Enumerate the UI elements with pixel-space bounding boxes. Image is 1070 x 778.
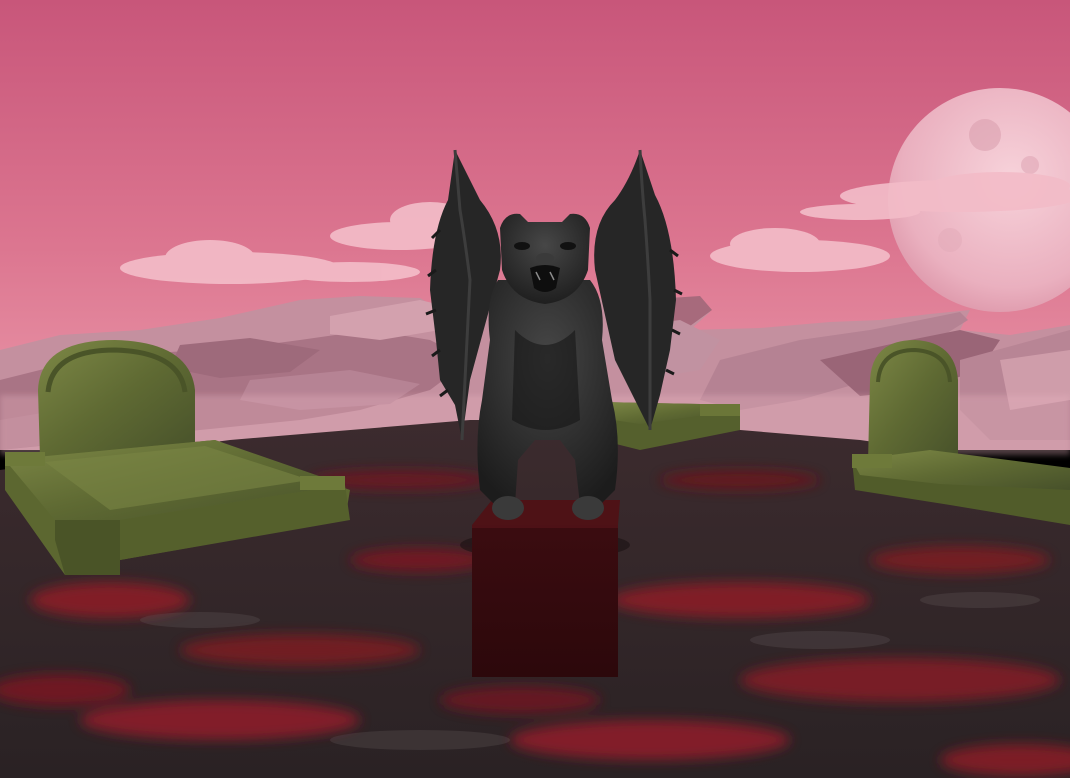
game-viewport[interactable] (0, 0, 1070, 778)
scene-render (0, 0, 1070, 778)
pedestal (460, 500, 630, 677)
